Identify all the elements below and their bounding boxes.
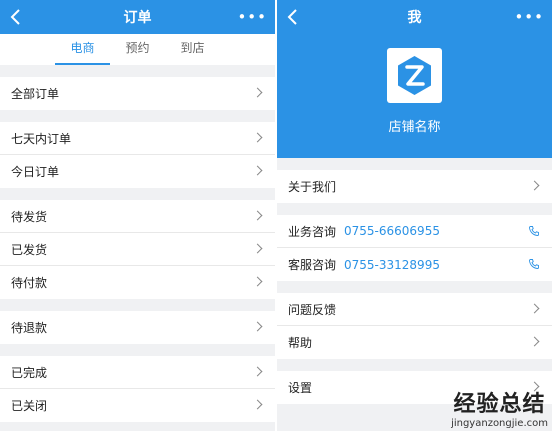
list-item-label: 设置 <box>288 381 313 395</box>
list-item-label: 问题反馈 <box>288 302 337 317</box>
list-item-all-orders[interactable]: 全部订单 <box>0 77 275 110</box>
list-item-seven-days[interactable]: 七天内订单 <box>0 122 275 155</box>
list-item-customer-service[interactable]: 客服咨询 0755-33128995 <box>277 248 552 281</box>
tab-booking[interactable]: 预约 <box>110 39 165 65</box>
list-item-label: 业务咨询 <box>288 224 337 239</box>
chevron-right-icon <box>529 303 540 314</box>
profile-group-settings: 设置 <box>277 371 552 404</box>
chevron-right-icon <box>252 321 263 332</box>
profile-group-about: 关于我们 <box>277 170 552 203</box>
profile-navbar: 我 ••• <box>277 0 552 34</box>
list-item-shipped[interactable]: 已发货 <box>0 233 275 266</box>
list-item-settings[interactable]: 设置 <box>277 371 552 404</box>
order-tabs: 电商 预约 到店 <box>0 34 275 65</box>
chevron-right-icon <box>252 399 263 410</box>
phone-icon[interactable] <box>528 225 540 237</box>
list-item-to-pay[interactable]: 待付款 <box>0 266 275 299</box>
list-item-feedback[interactable]: 问题反馈 <box>277 293 552 326</box>
profile-group-contact: 业务咨询 0755-66606955 客服咨询 0755-33128995 <box>277 215 552 281</box>
tab-in-store[interactable]: 到店 <box>165 39 220 65</box>
chevron-right-icon <box>252 210 263 221</box>
list-item-today[interactable]: 今日订单 <box>0 155 275 188</box>
list-item-to-ship[interactable]: 待发货 <box>0 200 275 233</box>
chevron-right-icon <box>252 132 263 143</box>
chevron-right-icon <box>252 243 263 254</box>
more-icon[interactable]: ••• <box>237 10 267 25</box>
phone-icon[interactable] <box>528 258 540 270</box>
list-item-about-us[interactable]: 关于我们 <box>277 170 552 203</box>
chevron-right-icon <box>529 180 540 191</box>
shop-logo[interactable] <box>387 48 442 103</box>
list-item-help[interactable]: 帮助 <box>277 326 552 359</box>
list-item-label: 已完成 <box>11 365 48 380</box>
list-item-business-consult[interactable]: 业务咨询 0755-66606955 <box>277 215 552 248</box>
list-item-label: 七天内订单 <box>11 131 72 146</box>
orders-navbar: 订单 ••• <box>0 0 275 34</box>
page-title: 我 <box>407 10 422 26</box>
profile-header: 店铺名称 <box>277 34 552 158</box>
list-item-label: 已关闭 <box>11 399 48 413</box>
back-arrow-icon[interactable] <box>8 8 24 26</box>
profile-screen: 我 ••• 店铺名称 关于我们 业务咨询 0755-66606955 客服咨询 <box>277 0 552 431</box>
service-phone[interactable]: 0755-33128995 <box>344 258 440 272</box>
list-item-label: 客服咨询 <box>288 258 337 272</box>
profile-group-support: 问题反馈 帮助 <box>277 293 552 359</box>
chevron-right-icon <box>252 366 263 377</box>
list-item-label: 今日订单 <box>11 165 60 179</box>
list-item-completed[interactable]: 已完成 <box>0 356 275 389</box>
list-item-closed[interactable]: 已关闭 <box>0 389 275 422</box>
shop-logo-icon <box>398 56 431 95</box>
list-item-label: 待退款 <box>11 321 48 335</box>
list-item-label: 待发货 <box>11 209 48 224</box>
list-item-to-refund[interactable]: 待退款 <box>0 311 275 344</box>
business-phone[interactable]: 0755-66606955 <box>344 224 440 238</box>
list-item-label: 待付款 <box>11 276 48 290</box>
shop-name: 店铺名称 <box>388 120 441 135</box>
order-group-status: 待发货 已发货 待付款 <box>0 200 275 299</box>
chevron-right-icon <box>529 381 540 392</box>
tab-ecommerce[interactable]: 电商 <box>55 39 110 65</box>
order-group-all: 全部订单 <box>0 77 275 110</box>
order-group-closed: 已完成 已关闭 <box>0 356 275 422</box>
order-group-time: 七天内订单 今日订单 <box>0 122 275 188</box>
more-icon[interactable]: ••• <box>514 10 544 25</box>
order-group-refund: 待退款 <box>0 311 275 344</box>
chevron-right-icon <box>252 87 263 98</box>
chevron-right-icon <box>252 165 263 176</box>
list-item-label: 关于我们 <box>288 180 337 194</box>
chevron-right-icon <box>252 276 263 287</box>
list-item-label: 已发货 <box>11 242 48 257</box>
back-arrow-icon[interactable] <box>285 8 301 26</box>
list-item-label: 帮助 <box>288 336 313 350</box>
page-title: 订单 <box>123 10 152 26</box>
list-item-label: 全部订单 <box>11 87 60 101</box>
orders-screen: 订单 ••• 电商 预约 到店 全部订单 七天内订单 今日订单 待发货 已发货 <box>0 0 275 431</box>
chevron-right-icon <box>529 336 540 347</box>
